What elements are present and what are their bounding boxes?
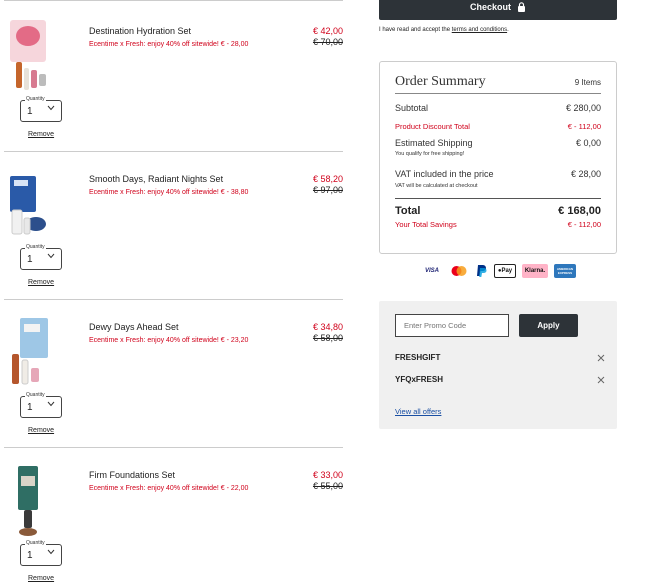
- price-was: € 58,00: [312, 333, 343, 343]
- apple-pay-icon: ● Pay: [494, 264, 516, 278]
- total-row: Total € 168,00: [395, 205, 601, 217]
- remove-link[interactable]: Remove: [28, 279, 54, 286]
- apply-button[interactable]: Apply: [519, 314, 578, 337]
- discount-label: Product Discount Total: [395, 122, 470, 131]
- remove-link[interactable]: Remove: [28, 131, 54, 138]
- visa-icon: VISA: [424, 268, 439, 274]
- product-image[interactable]: [6, 166, 52, 242]
- close-icon[interactable]: [597, 354, 605, 362]
- shipping-label: Estimated Shipping: [395, 138, 473, 148]
- price-was: € 55,00: [312, 481, 343, 491]
- vat-label: VAT included in the price: [395, 169, 494, 179]
- amex-icon: AMERICAN EXPRESS: [554, 264, 576, 278]
- remove-link[interactable]: Remove: [28, 575, 54, 582]
- item-promo: Ecentime x Fresh: enjoy 40% off sitewide…: [89, 337, 249, 344]
- promo-code-input[interactable]: [395, 314, 509, 337]
- payment-methods: VISA ● Pay Klarna. AMERICAN EXPRESS: [420, 264, 576, 278]
- item-name[interactable]: Smooth Days, Radiant Nights Set: [89, 174, 223, 184]
- item-count: 9 Items: [574, 78, 601, 87]
- quantity-select[interactable]: Quantity 1: [20, 96, 62, 122]
- price-was: € 70,00: [312, 37, 343, 47]
- item-promo: Ecentime x Fresh: enjoy 40% off sitewide…: [89, 41, 249, 48]
- quantity-value: 1: [27, 550, 33, 561]
- remove-link[interactable]: Remove: [28, 427, 54, 434]
- cart-item: Quantity 1 Remove Dewy Days Ahead Set Ec…: [4, 300, 343, 448]
- vat-row: VAT included in the price € 28,00: [395, 169, 601, 179]
- price-now: € 34,80: [312, 322, 343, 332]
- subtotal-label: Subtotal: [395, 103, 429, 113]
- terms-link[interactable]: terms and conditions: [452, 27, 507, 33]
- item-name[interactable]: Dewy Days Ahead Set: [89, 322, 179, 332]
- product-image[interactable]: [6, 462, 52, 538]
- quantity-label: Quantity: [25, 96, 46, 103]
- lock-icon: [518, 2, 525, 12]
- savings-row: Your Total Savings € - 112,00: [395, 220, 601, 229]
- view-all-offers-link[interactable]: View all offers: [395, 407, 441, 416]
- checkout-button[interactable]: Checkout: [379, 0, 617, 20]
- apple-pay-label: Pay: [501, 268, 513, 274]
- price-now: € 42,00: [312, 26, 343, 36]
- item-name[interactable]: Firm Foundations Set: [89, 470, 175, 480]
- savings-value: € - 112,00: [567, 220, 601, 229]
- quantity-select[interactable]: Quantity 1: [20, 540, 62, 566]
- mastercard-icon: [451, 266, 467, 276]
- quantity-select[interactable]: Quantity 1: [20, 392, 62, 418]
- chevron-down-icon: [47, 401, 55, 407]
- quantity-value: 1: [27, 106, 33, 117]
- product-image[interactable]: [6, 18, 52, 94]
- summary-header: Order Summary 9 Items: [395, 74, 601, 94]
- discount-row: Product Discount Total € - 112,00: [395, 122, 601, 131]
- cart-item: Quantity 1 Remove Smooth Days, Radiant N…: [4, 152, 343, 300]
- klarna-icon: Klarna.: [522, 264, 548, 278]
- quantity-label: Quantity: [25, 540, 46, 547]
- divider: [4, 0, 343, 1]
- quantity-label: Quantity: [25, 244, 46, 251]
- price-was: € 97,00: [312, 185, 343, 195]
- shipping-row: Estimated Shipping € 0,00: [395, 138, 601, 148]
- vat-note: VAT will be calculated at checkout: [395, 183, 478, 189]
- divider: [395, 198, 601, 199]
- cart-item: Quantity 1 Remove Destination Hydration …: [4, 4, 343, 152]
- discount-value: € - 112,00: [567, 122, 601, 131]
- quantity-select[interactable]: Quantity 1: [20, 244, 62, 270]
- subtotal-value: € 280,00: [565, 103, 601, 113]
- cart-item: Quantity 1 Remove Firm Foundations Set E…: [4, 448, 343, 583]
- checkout-label: Checkout: [469, 2, 511, 12]
- price-now: € 58,20: [312, 174, 343, 184]
- quantity-value: 1: [27, 402, 33, 413]
- chevron-down-icon: [47, 105, 55, 111]
- shipping-note: You qualify for free shipping!: [395, 151, 465, 157]
- terms-text: I have read and accept the terms and con…: [379, 27, 509, 33]
- quantity-value: 1: [27, 254, 33, 265]
- promo-panel: Apply FRESHGIFT YFQxFRESH View all offer…: [379, 301, 617, 429]
- chevron-down-icon: [47, 253, 55, 259]
- shipping-value: € 0,00: [575, 138, 601, 148]
- item-promo: Ecentime x Fresh: enjoy 40% off sitewide…: [89, 485, 249, 492]
- subtotal-row: Subtotal € 280,00: [395, 103, 601, 113]
- summary-title: Order Summary: [395, 74, 486, 89]
- quantity-label: Quantity: [25, 392, 46, 399]
- terms-prefix: I have read and accept the: [379, 27, 452, 33]
- item-name[interactable]: Destination Hydration Set: [89, 26, 191, 36]
- item-promo: Ecentime x Fresh: enjoy 40% off sitewide…: [89, 189, 249, 196]
- promo-code-freshgift: FRESHGIFT: [395, 353, 441, 362]
- price-now: € 33,00: [312, 470, 343, 480]
- total-label: Total: [395, 205, 421, 217]
- total-value: € 168,00: [558, 205, 601, 217]
- close-icon[interactable]: [597, 376, 605, 384]
- paypal-icon: [477, 265, 487, 277]
- terms-suffix: .: [507, 27, 509, 33]
- vat-value: € 28,00: [570, 169, 601, 179]
- product-image[interactable]: [6, 314, 52, 390]
- promo-code-yfqxfresh: YFQxFRESH: [395, 375, 444, 384]
- order-summary: Order Summary 9 Items Subtotal € 280,00 …: [379, 61, 617, 254]
- chevron-down-icon: [47, 549, 55, 555]
- savings-label: Your Total Savings: [395, 220, 457, 229]
